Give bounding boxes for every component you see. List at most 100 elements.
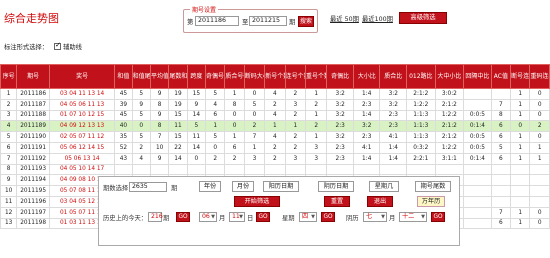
table-cell: 11 — [186, 131, 207, 143]
column-header: 回隔中比 — [463, 64, 492, 89]
table-cell: 1 — [510, 88, 531, 100]
table-cell: 2011198 — [16, 217, 50, 230]
go-button-2[interactable]: GO — [256, 212, 270, 222]
table-cell: 22 — [168, 141, 188, 154]
table-cell: 1:1:3 — [406, 109, 436, 122]
table-cell: 45 — [114, 88, 133, 100]
table-cell: 14 — [168, 152, 188, 165]
weekday-label: 星期 — [282, 215, 295, 222]
table-cell: 4 — [131, 152, 151, 165]
table-cell: 35 — [114, 131, 133, 143]
table-cell: 6 — [490, 120, 512, 133]
table-cell: 3:2 — [326, 98, 354, 111]
aux-line-checkbox[interactable] — [54, 41, 62, 50]
table-row: 1 2011186 03 04 11 13 14 45 5 9 19 15 5 1 0 4 2 1 3:2 1… — [0, 88, 550, 100]
solar-date-button[interactable]: 阳历日期 — [263, 181, 299, 192]
table-cell: 1 — [264, 120, 286, 133]
column-header: 大中小比 — [434, 64, 465, 89]
table-cell: 2011192 — [16, 152, 50, 165]
month-select[interactable]: 06 ▼ — [199, 212, 217, 222]
table-cell: 1 — [304, 131, 328, 143]
table-cell — [490, 163, 512, 176]
table-cell: 0 — [224, 109, 245, 122]
recent-50-link[interactable]: 最近 50期 — [330, 14, 359, 23]
shape-select-label: 标注形式选择： — [4, 44, 49, 51]
table-cell: 1 — [205, 120, 226, 133]
table-cell: 2011191 — [16, 141, 50, 154]
table-cell: 6 — [205, 109, 226, 122]
column-header[interactable]: 期号 — [16, 64, 50, 89]
table-cell: 2 — [284, 141, 307, 154]
table-cell: 2011197 — [16, 206, 50, 219]
table-cell: 19 — [168, 98, 188, 111]
weekday-button[interactable]: 星期几 — [369, 181, 399, 192]
table-cell: 7 — [243, 131, 266, 143]
table-cell: 2:1:2 — [406, 88, 436, 100]
day-input[interactable]: 216 — [148, 212, 163, 222]
winning-numbers-cell: 05 06 12 14 15 — [48, 141, 116, 154]
table-cell: 2011194 — [16, 174, 50, 187]
table-cell — [490, 174, 512, 187]
month-button[interactable]: 月份 — [232, 181, 254, 192]
go-button-4[interactable]: GO — [431, 212, 445, 222]
table-cell: 10 — [149, 141, 170, 154]
advanced-filter-button[interactable]: 高级筛选 — [399, 12, 447, 24]
table-cell: 1 — [510, 206, 531, 219]
go-button-1[interactable]: GO — [176, 212, 190, 222]
chevron-down-icon: ▼ — [381, 214, 385, 220]
table-cell: 0 — [529, 131, 550, 143]
table-cell — [529, 163, 550, 176]
column-header: 重号个数 — [304, 64, 328, 89]
table-cell: 0 — [205, 141, 226, 154]
table-cell: 1 — [510, 141, 531, 154]
recent-100-link[interactable]: 最近100期 — [362, 14, 393, 23]
reset-button[interactable]: 重置 — [324, 196, 350, 207]
lunar-date-button[interactable]: 阴历日期 — [318, 181, 354, 192]
weekday-select[interactable]: 四 ▼ — [299, 212, 317, 222]
table-cell: 1:4 — [379, 141, 408, 154]
to-period-input[interactable]: 2011215 — [249, 16, 287, 26]
column-header: 平均值 — [149, 64, 170, 89]
table-cell: 1 — [510, 217, 531, 230]
table-cell: 4:1 — [379, 131, 408, 143]
table-cell — [463, 88, 492, 100]
table-cell: 0:1:4 — [463, 152, 492, 165]
start-filter-button[interactable]: 开始筛选 — [234, 196, 280, 207]
period-count-input[interactable]: 2635 — [129, 182, 167, 192]
table-cell: 2:3 — [326, 141, 354, 154]
search-button[interactable]: 搜索 — [298, 16, 314, 27]
lunar-day-select[interactable]: 十二 ▼ — [399, 212, 427, 222]
lunar-month-select[interactable]: 七 ▼ — [363, 212, 387, 222]
date-select[interactable]: 11 ▼ — [229, 212, 245, 222]
year-button[interactable]: 年份 — [199, 181, 221, 192]
table-cell: 11 — [0, 195, 18, 208]
go-button-3[interactable]: GO — [321, 212, 335, 222]
table-cell: 5 — [205, 88, 226, 100]
header: 综合走势图 期号设置 第 2011186 至 2011215 期 搜索 最近 5… — [0, 0, 550, 37]
table-cell — [529, 195, 550, 208]
column-header: AC值 — [490, 64, 512, 89]
table-cell: 5 — [186, 120, 207, 133]
to-label: 至 — [242, 19, 249, 26]
table-cell: 8 — [149, 98, 170, 111]
table-cell: 0 — [510, 120, 531, 133]
column-header: 奇偶号码 — [205, 64, 226, 89]
table-cell: 4:1 — [352, 141, 381, 154]
calendar-button[interactable]: 万年历 — [417, 196, 445, 207]
table-cell — [205, 163, 226, 176]
from-period-input[interactable]: 2011186 — [195, 16, 239, 26]
period-tail-button[interactable]: 期号尾数 — [415, 181, 451, 192]
table-cell: 9 — [149, 109, 170, 122]
table-cell: 7 — [0, 152, 18, 165]
column-header: 大小比 — [352, 64, 381, 89]
table-cell: 4 — [205, 98, 226, 111]
table-cell: 3:0:2 — [434, 88, 465, 100]
column-header: 新号个数 — [264, 64, 286, 89]
period-select-label: 期数选择 — [103, 185, 129, 192]
table-cell: 2 — [304, 120, 328, 133]
column-header: 序号 — [0, 64, 18, 89]
exit-button[interactable]: 退出 — [367, 196, 393, 207]
table-cell: 6 — [490, 152, 512, 165]
table-cell: 3:2 — [326, 109, 354, 122]
table-cell: 1:2:2 — [434, 141, 465, 154]
